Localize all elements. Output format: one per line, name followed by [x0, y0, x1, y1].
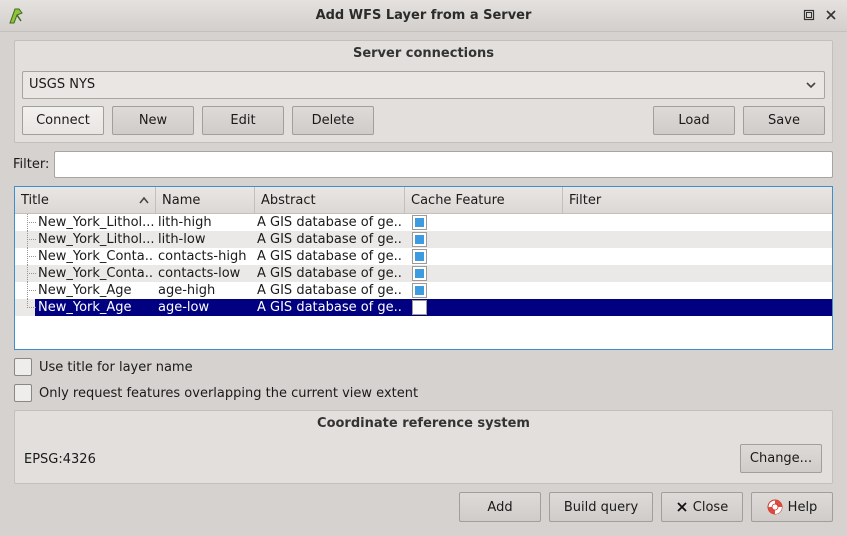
column-cache-feature-label: Cache Feature	[411, 193, 505, 208]
cache-feature-checkbox[interactable]	[412, 232, 427, 247]
close-icon	[677, 502, 687, 512]
crs-title: Coordinate reference system	[317, 416, 530, 431]
use-title-label: Use title for layer name	[39, 360, 193, 375]
cell-title: New_York_Lithol...	[38, 232, 154, 247]
table-row[interactable]: New_York_Lithol... lith-low A GIS database…	[15, 231, 832, 248]
checkbox-fill	[415, 252, 424, 261]
save-button-label: Save	[768, 113, 800, 128]
change-crs-button-label: Change...	[749, 451, 813, 466]
table-row[interactable]: New_York_Lithol... lith-high A GIS databas…	[15, 214, 832, 231]
cell-abstract: A GIS database of ge...	[257, 266, 402, 281]
cell-abstract: A GIS database of ge...	[257, 283, 402, 298]
connection-select-value: USGS NYS	[29, 77, 96, 92]
cache-feature-checkbox[interactable]	[412, 300, 427, 315]
delete-button[interactable]: Delete	[292, 106, 374, 135]
connection-select[interactable]: USGS NYS	[22, 71, 825, 99]
new-button[interactable]: New	[112, 106, 194, 135]
connect-button-label: Connect	[36, 113, 90, 128]
tree-branch-line	[27, 290, 36, 291]
cell-abstract: A GIS database of ge...	[257, 249, 402, 264]
column-abstract-label: Abstract	[261, 193, 316, 208]
column-name-label: Name	[162, 193, 201, 208]
cell-name: contacts-high	[158, 249, 247, 264]
edit-button[interactable]: Edit	[202, 106, 284, 135]
cell-abstract: A GIS database of ge...	[257, 232, 402, 247]
column-name[interactable]: Name	[156, 187, 255, 214]
cache-feature-checkbox[interactable]	[412, 249, 427, 264]
cell-name: contacts-low	[158, 266, 241, 281]
server-connections-title: Server connections	[352, 46, 495, 61]
table-row[interactable]: New_York_Age age-low A GIS database of ge.…	[15, 299, 832, 316]
filter-label: Filter:	[13, 157, 50, 172]
edit-button-label: Edit	[230, 113, 256, 128]
help-button[interactable]: Help	[751, 492, 833, 522]
save-button[interactable]: Save	[743, 106, 825, 135]
cell-name: age-low	[158, 300, 210, 315]
crs-value: EPSG:4326	[24, 452, 96, 467]
table-row[interactable]: New_York_Age age-high A GIS database of ge…	[15, 282, 832, 299]
only-overlapping-checkbox[interactable]	[14, 384, 32, 402]
add-button[interactable]: Add	[459, 492, 541, 522]
table-row[interactable]: New_York_Conta... contacts-low A GIS datab…	[15, 265, 832, 282]
table-header: Title Name Abstract Cache Feature Filter	[15, 187, 832, 214]
cell-abstract: A GIS database of ge...	[257, 215, 402, 230]
cache-feature-checkbox[interactable]	[412, 283, 427, 298]
column-title-label: Title	[21, 193, 49, 208]
tree-branch-line	[27, 239, 36, 240]
help-button-label: Help	[787, 499, 818, 515]
sort-ascending-icon	[139, 196, 149, 204]
column-abstract[interactable]: Abstract	[255, 187, 405, 214]
column-title[interactable]: Title	[15, 187, 156, 214]
cell-title: New_York_Lithol...	[38, 215, 154, 230]
checkbox-fill	[415, 218, 424, 227]
table-row[interactable]: New_York_Conta... contacts-high A GIS data…	[15, 248, 832, 265]
checkbox-fill	[415, 286, 424, 295]
restore-icon[interactable]	[799, 5, 819, 25]
add-button-label: Add	[487, 499, 513, 515]
column-filter-label: Filter	[569, 193, 602, 208]
tree-branch-line	[27, 256, 36, 257]
load-button[interactable]: Load	[653, 106, 735, 135]
cell-abstract: A GIS database of ge...	[257, 300, 402, 315]
selection-highlight	[35, 299, 832, 316]
build-query-button[interactable]: Build query	[549, 492, 653, 522]
cache-feature-checkbox[interactable]	[412, 215, 427, 230]
load-button-label: Load	[678, 113, 710, 128]
checkbox-fill	[415, 235, 424, 244]
column-cache-feature[interactable]: Cache Feature	[405, 187, 563, 214]
cell-title: New_York_Age	[38, 300, 132, 315]
cache-feature-checkbox[interactable]	[412, 266, 427, 281]
tree-branch-line	[27, 307, 36, 308]
only-overlapping-label: Only request features overlapping the cu…	[39, 386, 419, 401]
cell-name: lith-high	[158, 215, 212, 230]
layers-table[interactable]: Title Name Abstract Cache Feature Filter…	[14, 186, 833, 350]
lifebuoy-icon	[767, 499, 783, 515]
close-window-icon[interactable]	[821, 5, 841, 25]
cell-name: lith-low	[158, 232, 206, 247]
cell-title: New_York_Age	[38, 283, 132, 298]
chevron-down-icon	[806, 82, 816, 89]
close-button-label: Close	[692, 499, 729, 515]
tree-branch-line	[27, 222, 36, 223]
filter-input[interactable]	[54, 151, 833, 178]
change-crs-button[interactable]: Change...	[740, 444, 822, 473]
window-title: Add WFS Layer from a Server	[315, 8, 532, 23]
cell-name: age-high	[158, 283, 216, 298]
column-filter[interactable]: Filter	[563, 187, 832, 214]
use-title-checkbox[interactable]	[14, 358, 32, 376]
connect-button[interactable]: Connect	[22, 106, 104, 135]
delete-button-label: Delete	[311, 113, 355, 128]
close-button[interactable]: Close	[661, 492, 743, 522]
checkbox-fill	[415, 269, 424, 278]
cell-title: New_York_Conta...	[38, 249, 154, 264]
build-query-button-label: Build query	[563, 499, 639, 515]
title-bar: Add WFS Layer from a Server	[0, 0, 847, 32]
crs-group: Coordinate reference system EPSG:4326	[14, 410, 833, 484]
cell-title: New_York_Conta...	[38, 266, 154, 281]
new-button-label: New	[138, 113, 168, 128]
tree-branch-line	[27, 273, 36, 274]
